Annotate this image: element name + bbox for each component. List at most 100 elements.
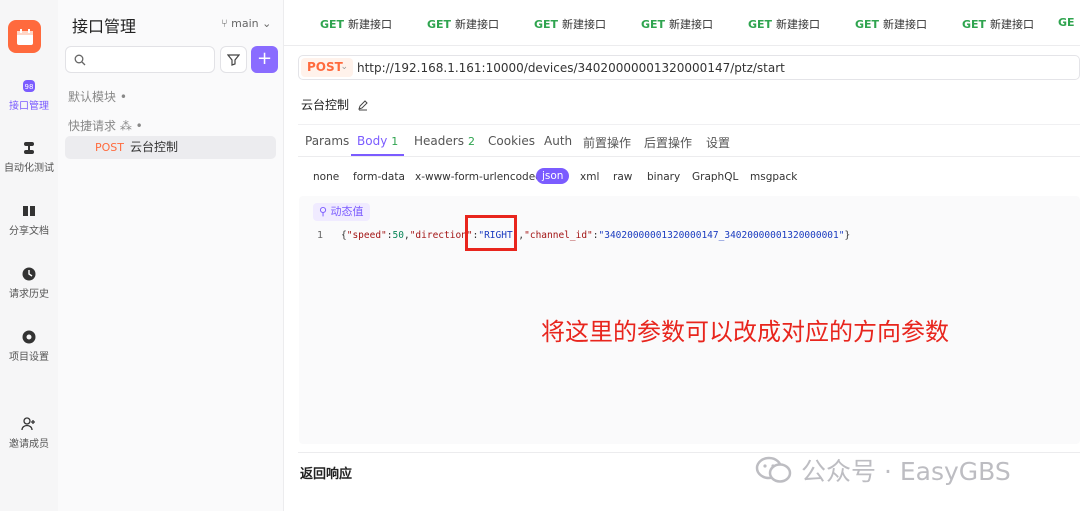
rail-label-history: 请求历史	[9, 289, 49, 300]
tab-request[interactable]: GET 新建接口	[855, 16, 927, 32]
tab-request[interactable]: GET 新建接口	[427, 16, 499, 32]
url-input[interactable]: http://192.168.1.161:10000/devices/34020…	[357, 61, 785, 75]
tab-label: 新建接口	[883, 18, 928, 31]
api-icon: 98	[23, 80, 35, 92]
wechat-icon	[755, 456, 792, 483]
tab-label: 新建接口	[990, 18, 1035, 31]
body-type-raw[interactable]: raw	[613, 171, 632, 183]
body-type-binary[interactable]: binary	[647, 171, 680, 183]
search-icon	[74, 54, 86, 66]
line-number: 1	[317, 230, 324, 241]
method-badge: POST	[95, 141, 124, 154]
chevron-down-icon: ⌄	[340, 62, 348, 72]
json-value: 50	[392, 230, 404, 241]
request-title[interactable]: 云台控制	[301, 96, 369, 113]
tab-count: 2	[467, 135, 475, 148]
left-rail: 98 接口管理 自动化测试 分享文档 请求历史 项目设置 邀请成员	[0, 0, 58, 511]
body-type-msgpack[interactable]: msgpack	[750, 171, 797, 183]
rail-item-api[interactable]: 98 接口管理	[0, 78, 58, 112]
tab-method: GET	[534, 18, 559, 31]
body-type-form-data[interactable]: form-data	[353, 171, 405, 183]
tab-label: 新建接口	[348, 18, 393, 31]
automation-icon	[24, 142, 34, 154]
tab-request[interactable]: GET 新建接口	[748, 16, 820, 32]
tab-post-processors[interactable]: 后置操作	[644, 134, 692, 151]
rail-item-invite[interactable]: 邀请成员	[0, 416, 58, 450]
tab-label: 前置操作	[583, 136, 632, 150]
tab-request[interactable]: GE	[1058, 16, 1079, 29]
rail-item-share-docs[interactable]: 分享文档	[0, 203, 58, 237]
tab-method: GET	[427, 18, 452, 31]
rail-item-automation[interactable]: 自动化测试	[0, 140, 58, 174]
body-type-xml[interactable]: xml	[580, 171, 599, 183]
tab-body[interactable]: Body 1	[357, 134, 398, 148]
dynamic-value-button[interactable]: ⚲ 动态值	[313, 203, 370, 221]
app-window: 98 接口管理 自动化测试 分享文档 请求历史 项目设置 邀请成员 接口管理 ⑂…	[0, 0, 1080, 511]
tab-settings[interactable]: 设置	[706, 134, 730, 151]
json-key: "direction"	[409, 230, 473, 241]
add-button[interactable]: +	[251, 46, 278, 73]
request-tabs: GET 新建接口 GET 新建接口 GET 新建接口 GET 新建接口 GET 新建接口 …	[284, 0, 1080, 46]
tab-headers[interactable]: Headers 2	[414, 134, 475, 148]
code-brace: }	[844, 230, 851, 241]
filter-button[interactable]	[220, 46, 247, 73]
tab-method: GET	[320, 18, 345, 31]
tab-request[interactable]: GET 新建接口	[641, 16, 713, 32]
json-body-code[interactable]: {"speed":50,"direction":"RIGHT","channel…	[341, 230, 850, 241]
tab-params[interactable]: Params	[305, 134, 349, 148]
group-quick-request[interactable]: 快捷请求 ⁂ •	[68, 117, 143, 134]
active-tab-indicator	[351, 154, 404, 156]
sidebar-item-ptz-control[interactable]: POST 云台控制	[65, 136, 276, 159]
rail-label-invite: 邀请成员	[9, 439, 49, 450]
body-type-urlencoded[interactable]: x-www-form-urlencoded	[415, 171, 542, 183]
tab-method: GET	[748, 18, 773, 31]
watermark-text: 公众号 · EasyGBS	[801, 457, 1011, 486]
book-icon	[23, 206, 35, 216]
calendar-logo-icon	[16, 28, 33, 45]
tab-pre-processors[interactable]: 前置操作	[583, 134, 631, 151]
plus-icon: +	[256, 48, 273, 69]
json-key: "channel_id"	[524, 230, 593, 241]
app-logo	[8, 20, 41, 53]
tab-cookies[interactable]: Cookies	[488, 134, 535, 148]
sidebar-item-label: 云台控制	[130, 140, 179, 154]
method-select[interactable]: POST ⌄	[301, 58, 353, 77]
filter-icon	[227, 54, 240, 66]
url-bar: POST ⌄ http://192.168.1.161:10000/devices…	[298, 55, 1080, 80]
branch-selector[interactable]: ⑂ main ⌄	[221, 17, 271, 30]
branch-name: main	[231, 17, 259, 30]
tab-label: Params	[305, 134, 350, 148]
group-default-module[interactable]: 默认模块 •	[68, 88, 127, 105]
tab-request[interactable]: GET 新建接口	[534, 16, 606, 32]
rail-label-settings: 项目设置	[9, 352, 49, 363]
rail-label-automation: 自动化测试	[4, 163, 54, 174]
tab-method: GET	[962, 18, 987, 31]
watermark: 公众号 · EasyGBS	[755, 452, 1011, 488]
body-type-none[interactable]: none	[313, 171, 339, 183]
tab-method: GET	[641, 18, 666, 31]
tab-auth[interactable]: Auth	[544, 134, 572, 148]
history-icon	[22, 267, 36, 281]
tab-request[interactable]: GET 新建接口	[962, 16, 1034, 32]
json-value: "34020000001320000147_340200000013200000…	[598, 230, 845, 241]
json-key: "speed"	[346, 230, 387, 241]
highlight-box	[465, 215, 517, 251]
tab-label: 新建接口	[669, 18, 714, 31]
body-type-graphql[interactable]: GraphQL	[692, 171, 738, 183]
body-type-json[interactable]: json	[536, 168, 570, 184]
tab-label: 新建接口	[776, 18, 821, 31]
tab-request[interactable]: GET 新建接口	[320, 16, 392, 32]
rail-item-history[interactable]: 请求历史	[0, 266, 58, 300]
tab-count: 1	[391, 135, 399, 148]
rail-item-settings[interactable]: 项目设置	[0, 329, 58, 363]
invite-icon	[21, 417, 35, 431]
response-title: 返回响应	[300, 467, 353, 482]
tab-label: 新建接口	[455, 18, 500, 31]
tab-label: 后置操作	[644, 136, 693, 150]
request-title-text: 云台控制	[301, 98, 350, 112]
branch-icon: ⑂	[221, 17, 228, 30]
rail-label-api: 接口管理	[9, 101, 49, 112]
edit-icon[interactable]	[357, 99, 369, 111]
search-input[interactable]	[65, 46, 215, 73]
settings-icon	[22, 330, 36, 344]
